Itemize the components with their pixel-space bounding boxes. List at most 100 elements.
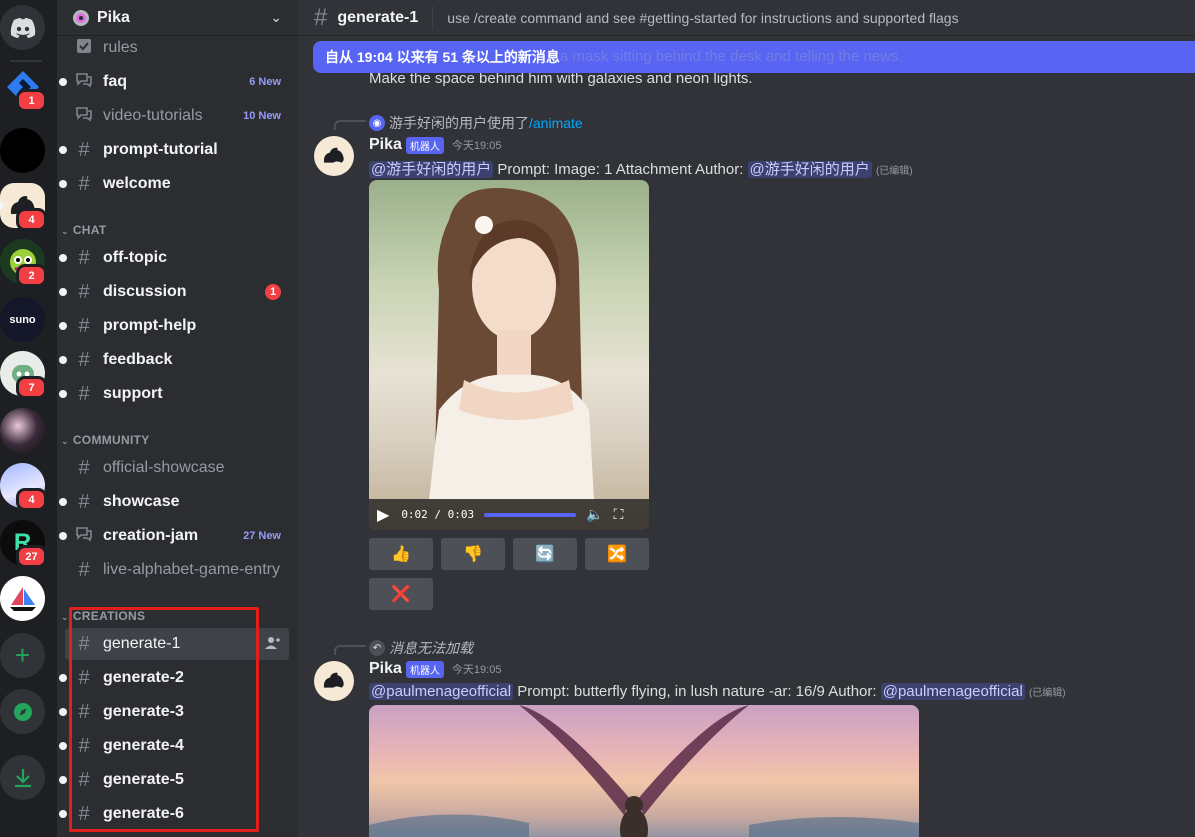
server-anime[interactable]: 4 xyxy=(0,463,47,511)
thumbs-up-button[interactable]: 👍 xyxy=(369,538,433,570)
hashtag-icon: # xyxy=(78,735,90,757)
add-member-icon[interactable] xyxy=(265,636,281,653)
user-mention[interactable]: @游手好闲的用户 xyxy=(369,161,494,178)
user-mention[interactable]: @游手好闲的用户 xyxy=(747,161,872,178)
server-sail[interactable] xyxy=(0,576,45,621)
bot-tag: 机器人 xyxy=(405,136,444,154)
discover-button[interactable] xyxy=(0,689,45,734)
server-blue[interactable]: 1 xyxy=(0,64,47,112)
hashtag-icon: # xyxy=(78,769,90,791)
discord-home-button[interactable] xyxy=(0,5,45,50)
channel-generate-3[interactable]: # generate-3 xyxy=(59,696,289,728)
channel-showcase[interactable]: # showcase xyxy=(59,486,289,518)
message-header: Pika 机器人 今天19:05 xyxy=(369,136,501,154)
hashtag-icon: # xyxy=(78,559,90,581)
hashtag-icon: # xyxy=(78,315,90,337)
guild-name: Pika xyxy=(97,8,130,26)
unread-dot xyxy=(59,254,67,262)
category-label: CREATIONS xyxy=(72,609,146,623)
channel-prompt-help[interactable]: # prompt-help xyxy=(59,310,289,342)
unread-dot xyxy=(59,810,67,818)
shuffle-button[interactable]: 🔀 xyxy=(585,538,649,570)
video-attachment-butterfly[interactable] xyxy=(369,705,919,837)
unread-badge: 27 xyxy=(16,545,47,568)
reply-user: 游手好闲的用户使用了 xyxy=(389,115,529,131)
suno-logo-icon: suno xyxy=(0,297,45,342)
server-black[interactable] xyxy=(0,128,45,173)
channel-topic[interactable]: use /create command and see #getting-sta… xyxy=(447,10,958,26)
server-green[interactable]: 2 xyxy=(0,239,47,287)
channel-welcome[interactable]: # welcome xyxy=(59,168,289,200)
channel-video-tutorials[interactable]: video-tutorials 10 New xyxy=(65,100,289,132)
server-suno[interactable]: suno xyxy=(0,297,45,342)
user-mention[interactable]: @paulmenageofficial xyxy=(880,683,1025,700)
command-reply[interactable]: ◉ 游手好闲的用户使用了 /animate xyxy=(369,113,583,133)
channel-name: generate-6 xyxy=(103,805,184,822)
server-robot[interactable]: 7 xyxy=(0,351,47,399)
category-chat[interactable]: ⌄ CHAT xyxy=(61,223,106,237)
unread-dot xyxy=(59,322,67,330)
category-creations[interactable]: ⌄ CREATIONS xyxy=(61,609,145,623)
channel-live-alphabet-game-entry[interactable]: # live-alphabet-game-entry xyxy=(65,554,289,586)
guild-header[interactable]: Pika ⌄ xyxy=(57,0,298,36)
hashtag-icon: # xyxy=(78,803,90,825)
channel-name: feedback xyxy=(103,351,173,368)
channel-off-topic[interactable]: # off-topic xyxy=(59,242,289,274)
channel-faq[interactable]: faq 6 New xyxy=(59,66,289,98)
author-name[interactable]: Pika xyxy=(369,660,402,678)
channel-generate-1[interactable]: # generate-1 xyxy=(65,628,289,660)
previous-message-overflow: a mask sitting behind the desk and telli… xyxy=(560,48,903,65)
failed-reply: ↶ 消息无法加载 xyxy=(369,638,473,658)
download-apps-button[interactable] xyxy=(0,755,45,800)
channel-name: rules xyxy=(103,39,138,56)
reply-command[interactable]: /animate xyxy=(529,115,583,131)
channel-name: live-alphabet-game-entry xyxy=(103,561,280,578)
video-attachment[interactable]: ▶ 0:02 / 0:03 🔈 ⛶ xyxy=(369,180,649,530)
play-icon[interactable]: ▶ xyxy=(377,505,389,525)
server-flowers[interactable] xyxy=(0,408,45,453)
message-content: @paulmenageofficial Prompt: butterfly fl… xyxy=(369,683,1066,700)
download-icon xyxy=(0,755,45,800)
prompt-text: Prompt: butterfly flying, in lush nature… xyxy=(513,683,881,700)
reply-spine xyxy=(334,645,366,655)
hashtag-icon: # xyxy=(78,667,90,689)
server-r[interactable]: R 27 xyxy=(0,520,47,568)
category-community[interactable]: ⌄ COMMUNITY xyxy=(61,433,150,447)
author-name[interactable]: Pika xyxy=(369,136,402,154)
channel-generate-4[interactable]: # generate-4 xyxy=(59,730,289,762)
thumbs-down-button[interactable]: 👎 xyxy=(441,538,505,570)
delete-button[interactable]: ❌ xyxy=(369,578,433,610)
channel-support[interactable]: # support xyxy=(59,378,289,410)
channel-rules[interactable]: rules xyxy=(65,32,289,64)
fullscreen-icon[interactable]: ⛶ xyxy=(614,506,624,523)
unread-dot xyxy=(59,356,67,364)
hashtag-icon: # xyxy=(78,281,90,303)
channel-feedback[interactable]: # feedback xyxy=(59,344,289,376)
channel-creation-jam[interactable]: creation-jam 27 New xyxy=(59,520,289,552)
unread-dot xyxy=(59,708,67,716)
server-pika[interactable]: 4 xyxy=(0,183,47,231)
channel-title: generate-1 xyxy=(337,8,419,26)
channel-prompt-tutorial[interactable]: # prompt-tutorial xyxy=(59,134,289,166)
pika-avatar[interactable] xyxy=(314,661,354,701)
chevron-down-icon: ⌄ xyxy=(61,612,69,622)
pika-avatar[interactable] xyxy=(314,136,354,176)
channel-name: generate-4 xyxy=(103,737,184,754)
channel-generate-2[interactable]: # generate-2 xyxy=(59,662,289,694)
channel-official-showcase[interactable]: # official-showcase xyxy=(65,452,289,484)
volume-icon[interactable]: 🔈 xyxy=(586,506,603,523)
regenerate-button[interactable]: 🔄 xyxy=(513,538,577,570)
prompt-text: Prompt: Image: 1 Attachment Author: xyxy=(493,161,748,178)
hashtag-icon: # xyxy=(78,173,90,195)
channel-generate-6[interactable]: # generate-6 xyxy=(59,798,289,830)
channel-discussion[interactable]: # discussion 1 xyxy=(59,276,289,308)
video-progress-bar[interactable] xyxy=(484,512,577,517)
chevron-down-icon: ⌄ xyxy=(61,436,69,446)
add-server-button[interactable]: + xyxy=(0,633,45,678)
message-header: Pika 机器人 今天19:05 xyxy=(369,660,501,678)
category-label: CHAT xyxy=(72,223,107,237)
user-mention[interactable]: @paulmenageofficial xyxy=(369,683,514,700)
channel-generate-5[interactable]: # generate-5 xyxy=(59,764,289,796)
channel-name: generate-3 xyxy=(103,703,184,720)
timestamp: 今天19:05 xyxy=(451,664,502,676)
